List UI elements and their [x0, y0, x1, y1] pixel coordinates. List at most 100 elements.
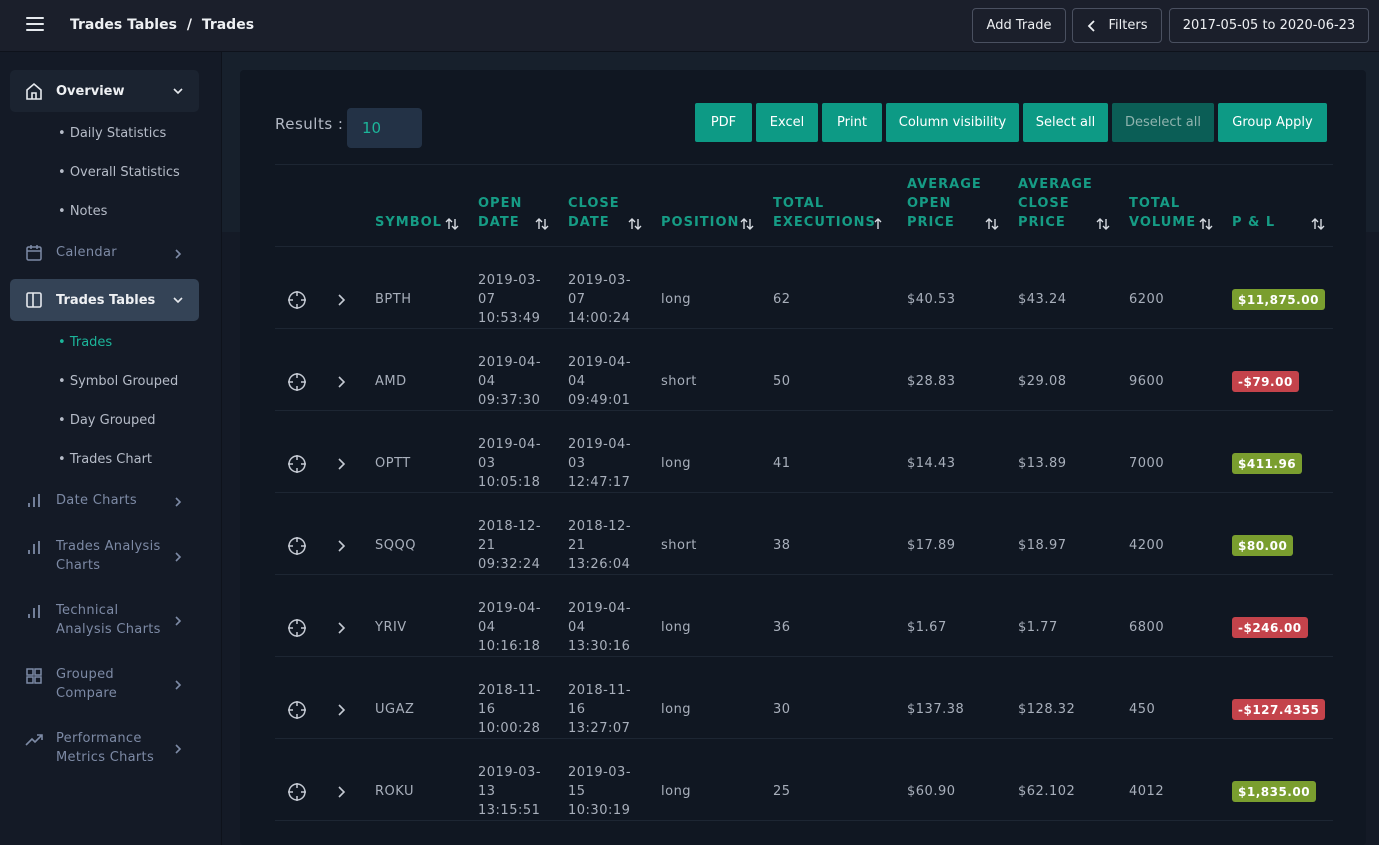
print-button[interactable]: Print: [822, 103, 882, 142]
cell-open-date: 2019-04- 03 10:05:18: [478, 437, 542, 490]
sort-icon[interactable]: [740, 217, 754, 231]
header-pl[interactable]: P & L: [1232, 213, 1275, 232]
sort-icon[interactable]: [628, 217, 642, 231]
cell-total-volume: 7000: [1129, 456, 1165, 471]
crosshair-icon[interactable]: [287, 290, 307, 310]
table-row[interactable]: [275, 575, 1333, 657]
sort-icon[interactable]: [1199, 217, 1213, 231]
sort-ascending-icon[interactable]: [871, 217, 885, 231]
table-row[interactable]: [275, 657, 1333, 739]
table-row[interactable]: [275, 411, 1333, 493]
chevron-down-icon: [173, 297, 183, 304]
sort-icon[interactable]: [535, 217, 549, 231]
sort-icon[interactable]: [445, 217, 459, 231]
chevron-right-icon[interactable]: [335, 540, 347, 552]
sidebar-item-technical-analysis-charts[interactable]: Technical Analysis Charts: [10, 601, 199, 639]
cell-total-executions: 36: [773, 620, 791, 635]
sidebar-item-overview[interactable]: Overview: [10, 70, 199, 112]
table-row[interactable]: [275, 247, 1333, 329]
chevron-right-icon: [175, 616, 182, 626]
breadcrumb: Trades Tables / Trades: [70, 17, 254, 33]
header-position[interactable]: POSITION: [661, 213, 739, 232]
sort-icon[interactable]: [1311, 217, 1325, 231]
crosshair-icon[interactable]: [287, 618, 307, 638]
results-input[interactable]: [347, 108, 422, 148]
crosshair-icon[interactable]: [287, 536, 307, 556]
cell-position: long: [661, 784, 692, 799]
sidebar-item-date-charts[interactable]: Date Charts: [10, 491, 199, 511]
cell-symbol: SQQQ: [375, 538, 416, 553]
group-apply-button[interactable]: Group Apply: [1218, 103, 1327, 142]
cell-average-close-price: $43.24: [1018, 292, 1067, 307]
pl-badge: -$246.00: [1232, 617, 1308, 638]
cell-average-open-price: $17.89: [907, 538, 956, 553]
sidebar-item-performance-metrics-charts[interactable]: Performance Metrics Charts: [10, 729, 199, 767]
cell-average-open-price: $1.67: [907, 620, 947, 635]
chevron-right-icon: [175, 680, 182, 690]
select-all-button[interactable]: Select all: [1023, 103, 1108, 142]
cell-total-executions: 30: [773, 702, 791, 717]
sidebar-sub-trades-chart[interactable]: • Trades Chart: [58, 452, 152, 467]
sidebar-sub-overall-statistics[interactable]: • Overall Statistics: [58, 165, 180, 180]
crosshair-icon[interactable]: [287, 372, 307, 392]
crosshair-icon[interactable]: [287, 782, 307, 802]
sidebar-item-trades-analysis-charts[interactable]: Trades Analysis Charts: [10, 537, 199, 575]
breadcrumb-parent[interactable]: Trades Tables: [70, 17, 177, 33]
cell-average-close-price: $1.77: [1018, 620, 1058, 635]
column-visibility-button[interactable]: Column visibility: [886, 103, 1019, 142]
sidebar-item-label: Calendar: [56, 245, 117, 260]
chevron-right-icon[interactable]: [335, 786, 347, 798]
cell-symbol: UGAZ: [375, 702, 415, 717]
sidebar-sub-day-grouped[interactable]: • Day Grouped: [58, 413, 155, 428]
cell-average-close-price: $29.08: [1018, 374, 1067, 389]
cell-open-date: 2019-03- 07 10:53:49: [478, 273, 542, 326]
chevron-down-icon: [173, 88, 183, 95]
bar-chart-icon: [28, 541, 40, 554]
cell-close-date: 2019-04- 04 09:49:01: [568, 355, 632, 408]
bar-chart-icon: [28, 494, 40, 507]
sidebar-item-trades-tables[interactable]: Trades Tables: [10, 279, 199, 321]
chevron-right-icon[interactable]: [335, 458, 347, 470]
header-symbol[interactable]: SYMBOL: [375, 213, 442, 232]
table-row[interactable]: [275, 739, 1333, 821]
date-range-label: 2017-05-05 to 2020-06-23: [1182, 18, 1356, 33]
table-row[interactable]: [275, 329, 1333, 411]
sidebar-sub-notes[interactable]: • Notes: [58, 204, 107, 219]
chevron-right-icon[interactable]: [335, 704, 347, 716]
top-bar: Trades Tables / Trades Add Trade Filters…: [0, 0, 1379, 52]
sidebar-sub-symbol-grouped[interactable]: • Symbol Grouped: [58, 374, 178, 389]
table-row[interactable]: [275, 493, 1333, 575]
cell-open-date: 2019-03- 13 13:15:51: [478, 765, 542, 818]
header-open-date[interactable]: OPEN DATE: [478, 194, 522, 232]
header-average-close-price[interactable]: AVERAGE CLOSE PRICE: [1018, 175, 1093, 232]
crosshair-icon[interactable]: [287, 700, 307, 720]
crosshair-icon[interactable]: [287, 454, 307, 474]
pl-badge: -$127.4355: [1232, 699, 1326, 720]
cell-position: long: [661, 292, 692, 307]
excel-button[interactable]: Excel: [756, 103, 818, 142]
sort-icon[interactable]: [1096, 217, 1110, 231]
sidebar-item-calendar[interactable]: Calendar: [10, 243, 199, 263]
chevron-right-icon[interactable]: [335, 294, 347, 306]
header-close-date[interactable]: CLOSE DATE: [568, 194, 620, 232]
header-average-open-price[interactable]: AVERAGE OPEN PRICE: [907, 175, 982, 232]
cell-position: long: [661, 702, 692, 717]
sidebar-sub-daily-statistics[interactable]: • Daily Statistics: [58, 126, 166, 141]
pl-badge: $11,875.00: [1232, 289, 1325, 310]
chevron-right-icon[interactable]: [335, 622, 347, 634]
menu-icon[interactable]: [26, 17, 44, 31]
pdf-button[interactable]: PDF: [695, 103, 752, 142]
cell-total-volume: 4012: [1129, 784, 1165, 799]
chevron-right-icon[interactable]: [335, 376, 347, 388]
add-trade-button[interactable]: Add Trade: [972, 8, 1066, 43]
header-total-volume[interactable]: TOTAL VOLUME: [1129, 194, 1196, 232]
cell-average-close-price: $13.89: [1018, 456, 1067, 471]
sidebar-item-label: Date Charts: [56, 493, 138, 508]
date-range-picker[interactable]: 2017-05-05 to 2020-06-23: [1169, 8, 1369, 43]
filters-button[interactable]: Filters: [1072, 8, 1162, 43]
header-total-executions[interactable]: TOTAL EXECUTIONS: [773, 194, 876, 232]
sidebar-item-grouped-compare[interactable]: Grouped Compare: [10, 665, 199, 703]
deselect-all-button[interactable]: Deselect all: [1112, 103, 1214, 142]
sidebar-sub-trades[interactable]: • Trades: [58, 335, 112, 350]
sort-icon[interactable]: [985, 217, 999, 231]
